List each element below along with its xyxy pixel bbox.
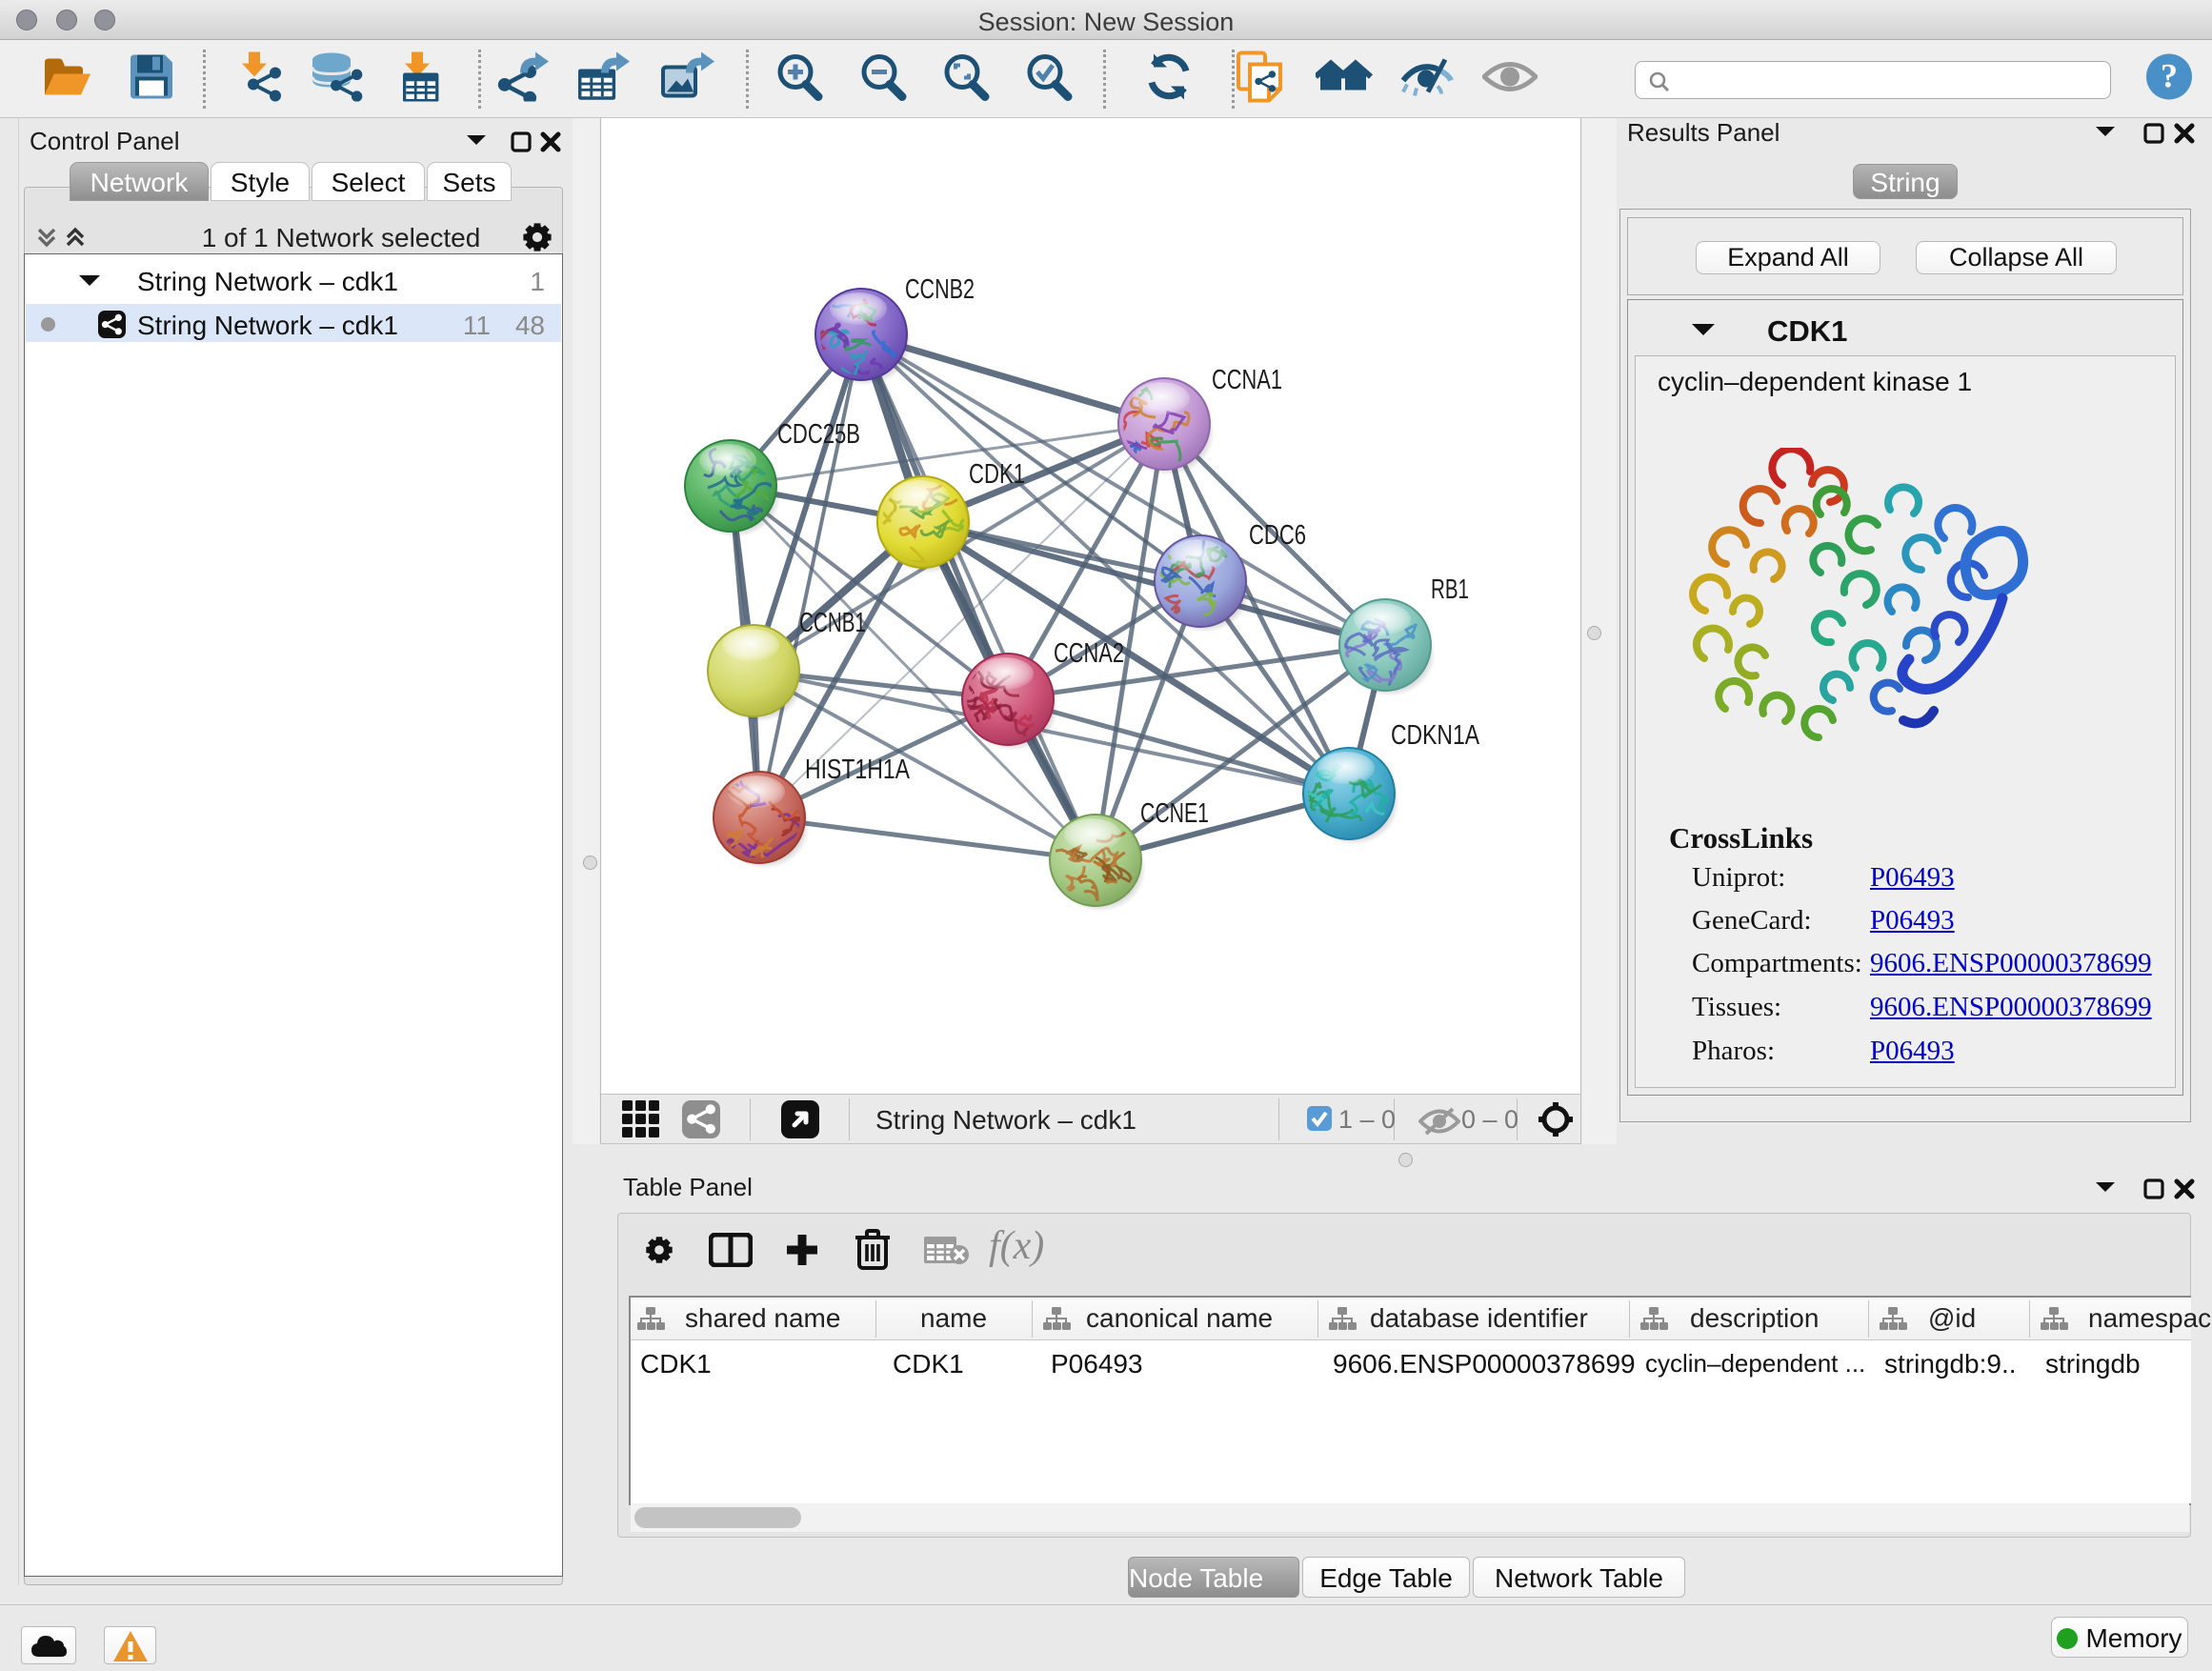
- svg-text:CCNA2: CCNA2: [1054, 638, 1124, 669]
- svg-text:CDC25B: CDC25B: [777, 419, 860, 450]
- svg-text:CCNE1: CCNE1: [1140, 798, 1209, 829]
- svg-text:CCNB2: CCNB2: [905, 274, 975, 305]
- svg-text:CCNA1: CCNA1: [1212, 365, 1282, 395]
- svg-text:CCNB1: CCNB1: [799, 608, 866, 638]
- svg-text:CDC6: CDC6: [1249, 520, 1306, 551]
- svg-text:CDKN1A: CDKN1A: [1391, 720, 1480, 751]
- svg-text:RB1: RB1: [1431, 574, 1469, 605]
- svg-text:HIST1H1A: HIST1H1A: [805, 755, 911, 785]
- svg-text:?: ?: [2161, 56, 2178, 94]
- svg-text:CDK1: CDK1: [969, 459, 1025, 490]
